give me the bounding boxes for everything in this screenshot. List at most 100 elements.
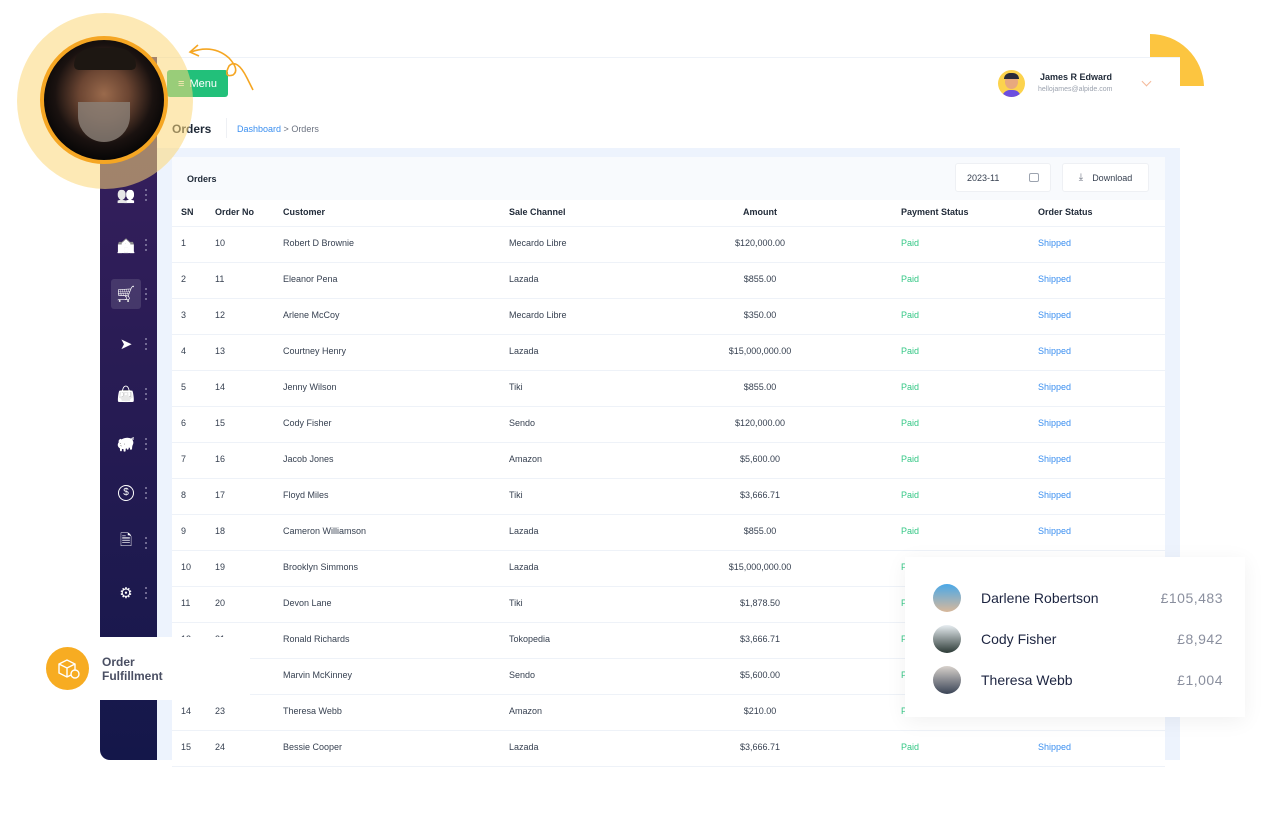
cell-customer: Bessie Cooper: [283, 742, 343, 752]
cell-order-status[interactable]: Shipped: [1038, 274, 1071, 284]
cell-sn: 3: [181, 310, 187, 320]
customer-avatar: [933, 584, 961, 612]
customer-name: Cody Fisher: [981, 631, 1057, 647]
cell-order-no: 20: [215, 598, 226, 608]
cell-customer: Theresa Webb: [283, 706, 342, 716]
cell-payment-status: Paid: [901, 418, 920, 428]
cell-order-status[interactable]: Shipped: [1038, 742, 1071, 752]
customer-item[interactable]: Cody Fisher £8,942: [933, 625, 1223, 653]
more-options-icon[interactable]: [145, 536, 148, 549]
more-options-icon[interactable]: [145, 437, 148, 450]
cell-order-no: 11: [215, 274, 225, 284]
feature-badge-line2: Fulfillment: [102, 669, 163, 683]
cell-sn: 10: [181, 562, 192, 572]
piggy-bank-icon: 🐖: [116, 435, 136, 453]
sidebar-item-document-check[interactable]: 🗎: [111, 528, 141, 558]
cell-amount: $350.00: [743, 310, 777, 320]
cell-sn: 15: [181, 742, 192, 752]
more-options-icon[interactable]: [145, 586, 148, 599]
cell-sn: 6: [181, 418, 187, 428]
cell-sale-channel: Amazon: [509, 454, 543, 464]
cell-order-status[interactable]: Shipped: [1038, 454, 1071, 464]
more-options-icon[interactable]: [145, 487, 148, 500]
column-header-customer[interactable]: Customer: [283, 207, 325, 217]
user-name: James R Edward: [1040, 72, 1113, 82]
cell-sn: 7: [181, 454, 187, 464]
customer-avatar: [933, 666, 961, 694]
sidebar-item-gear[interactable]: ⚙: [111, 578, 141, 608]
cell-sale-channel: Sendo: [509, 670, 536, 680]
cell-customer: Arlene McCoy: [283, 310, 340, 320]
cell-order-status[interactable]: Shipped: [1038, 382, 1071, 392]
sidebar-item-cart-plus[interactable]: 🛒: [111, 279, 141, 310]
cell-order-status[interactable]: Shipped: [1038, 526, 1071, 536]
top-customers-card: Darlene Robertson £105,483 Cody Fisher £8,9…: [905, 557, 1245, 717]
cell-order-status[interactable]: Shipped: [1038, 346, 1071, 356]
sidebar-item-send[interactable]: ➤: [111, 329, 141, 359]
sidebar-item-dollar[interactable]: $: [111, 478, 141, 508]
download-icon: ⤓: [1078, 172, 1084, 183]
cell-sale-channel: Lazada: [509, 742, 539, 752]
cell-sale-channel: Mecardo Libre: [509, 310, 567, 320]
cell-customer: Eleanor Pena: [283, 274, 338, 284]
send-icon: ➤: [119, 336, 133, 354]
cell-payment-status: Paid: [901, 346, 920, 356]
cell-sn: 5: [181, 382, 187, 392]
cell-order-status[interactable]: Shipped: [1038, 490, 1071, 500]
cell-amount: $3,666.71: [739, 634, 781, 644]
cell-order-no: 15: [215, 418, 226, 428]
customer-name: Theresa Webb: [981, 672, 1073, 688]
sidebar-item-shopping-bag[interactable]: 👜: [111, 379, 141, 409]
cell-order-status[interactable]: Shipped: [1038, 310, 1071, 320]
sidebar-item-school[interactable]: 🏫: [111, 230, 141, 260]
more-options-icon[interactable]: [145, 338, 148, 351]
cell-order-no: 14: [215, 382, 226, 392]
cell-sn: 4: [181, 346, 187, 356]
column-header-sn[interactable]: SN: [181, 207, 194, 217]
breadcrumb-dashboard[interactable]: Dashboard: [237, 124, 281, 134]
date-filter[interactable]: 2023-11: [955, 163, 1051, 192]
column-header-amount[interactable]: Amount: [720, 207, 800, 217]
cell-customer: Marvin McKinney: [283, 670, 353, 680]
cell-customer: Jacob Jones: [283, 454, 334, 464]
download-button[interactable]: ⤓ Download: [1062, 163, 1149, 192]
customer-amount: £105,483: [1160, 590, 1223, 606]
more-options-icon[interactable]: [145, 288, 148, 301]
sidebar-item-piggy-bank[interactable]: 🐖: [111, 429, 141, 459]
cell-order-status[interactable]: Shipped: [1038, 418, 1071, 428]
more-options-icon[interactable]: [145, 189, 148, 201]
cell-sale-channel: Tiki: [509, 598, 523, 608]
column-header-order-no[interactable]: Order No: [215, 207, 254, 217]
cell-customer: Floyd Miles: [283, 490, 329, 500]
cell-payment-status: Paid: [901, 274, 920, 284]
column-header-payment-status[interactable]: Payment Status: [901, 207, 969, 217]
cell-sale-channel: Tiki: [509, 382, 523, 392]
customer-item[interactable]: Theresa Webb £1,004: [933, 666, 1223, 694]
calendar-icon: [1029, 173, 1039, 182]
breadcrumb-orders: Orders: [291, 124, 319, 134]
user-avatar[interactable]: [998, 70, 1025, 97]
cell-order-status[interactable]: Shipped: [1038, 238, 1071, 248]
column-header-sale-channel[interactable]: Sale Channel: [509, 207, 566, 217]
cell-amount: $120,000.00: [734, 238, 786, 248]
customer-avatar: [933, 625, 961, 653]
cell-sale-channel: Amazon: [509, 706, 543, 716]
cell-customer: Courtney Henry: [283, 346, 347, 356]
column-header-order-status[interactable]: Order Status: [1038, 207, 1093, 217]
cell-amount: $15,000,000.00: [728, 562, 792, 572]
cell-customer: Devon Lane: [283, 598, 332, 608]
feature-badge-line1: Order: [102, 655, 135, 669]
date-filter-value: 2023-11: [967, 172, 1000, 183]
cell-sale-channel: Tiki: [509, 490, 523, 500]
cell-sale-channel: Lazada: [509, 346, 539, 356]
customer-item[interactable]: Darlene Robertson £105,483: [933, 584, 1223, 612]
cell-amount: $3,666.71: [739, 742, 781, 752]
cell-amount: $855.00: [743, 526, 777, 536]
cell-order-no: 18: [215, 526, 226, 536]
more-options-icon[interactable]: [145, 387, 148, 400]
download-label: Download: [1092, 172, 1133, 183]
cell-amount: $1,878.50: [739, 598, 781, 608]
cell-order-no: 13: [215, 346, 226, 356]
cell-order-no: 23: [215, 706, 226, 716]
more-options-icon[interactable]: [145, 238, 148, 251]
